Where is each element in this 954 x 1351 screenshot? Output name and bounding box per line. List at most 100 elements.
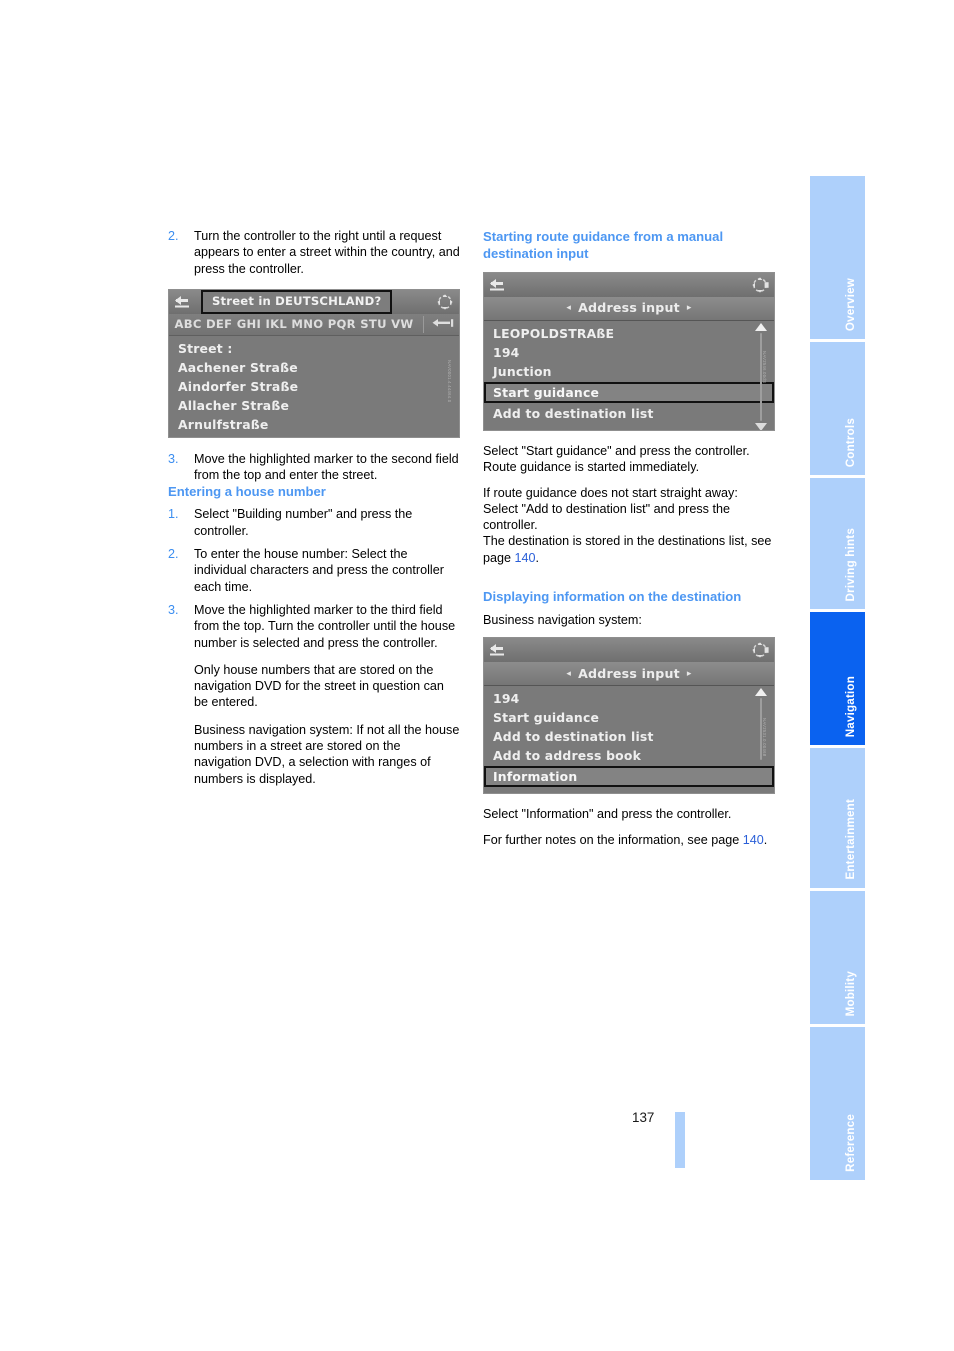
step-number: 2. bbox=[168, 229, 179, 243]
screenshot-address-input: ◂ Address input ▸ LEOPOLDSTRAßE 194 Junc… bbox=[483, 272, 775, 431]
tab-mobility[interactable]: Mobility bbox=[810, 891, 865, 1024]
step-note: Only house numbers that are stored on th… bbox=[194, 662, 444, 710]
list-item[interactable]: Junction bbox=[484, 362, 774, 381]
page-reference-link[interactable]: 140 bbox=[515, 551, 536, 565]
back-arrow-icon[interactable] bbox=[174, 295, 194, 309]
joystick-icon bbox=[750, 276, 770, 294]
document-page: 2. Turn the controller to the right unti… bbox=[0, 0, 954, 1351]
paragraph: Select "Start guidance" and press the co… bbox=[483, 444, 750, 458]
alphabet-selector[interactable]: ABC DEF GHI IKL MNO PQR STU VW bbox=[169, 313, 459, 336]
back-arrow-icon[interactable] bbox=[489, 278, 509, 292]
tab-navigation[interactable]: Navigation bbox=[810, 612, 865, 745]
list-item-selected[interactable]: Information bbox=[484, 766, 774, 788]
screenshot-titlebar: Street in DEUTSCHLAND? bbox=[169, 289, 459, 314]
section-heading-start-guidance: Starting route guidance from a manual de… bbox=[483, 229, 724, 261]
paragraph: Select "Information" and press the contr… bbox=[483, 807, 732, 822]
list-item[interactable]: Aindorfer Straße bbox=[169, 377, 459, 396]
step-text: Turn the controller to the right until a… bbox=[194, 229, 460, 276]
right-column: Starting route guidance from a manual de… bbox=[483, 228, 775, 848]
figure-id-caption: NAV2546.00dS bbox=[762, 351, 767, 384]
tab-label: Entertainment bbox=[844, 799, 857, 880]
left-steps-after-screenshot: 3. Move the highlighted marker to the se… bbox=[168, 451, 460, 484]
section-heading-house-number: Entering a house number bbox=[168, 484, 326, 500]
paragraph: For further notes on the information, se… bbox=[483, 832, 768, 847]
tab-driving-hints[interactable]: Driving hints bbox=[810, 478, 865, 609]
list-item[interactable]: LEOPOLDSTRAßE bbox=[484, 324, 774, 343]
tab-entertainment[interactable]: Entertainment bbox=[810, 748, 865, 888]
list-item: 1. Select "Building number" and press th… bbox=[168, 506, 460, 539]
step-text: Select "Building number" and press the c… bbox=[194, 507, 413, 538]
page-number-bar bbox=[675, 1112, 685, 1168]
chevron-left-icon[interactable]: ◂ bbox=[566, 666, 571, 682]
paragraph-line: If route guidance does not start straigh… bbox=[483, 485, 738, 500]
list-item: 2. To enter the house number: Select the… bbox=[168, 546, 460, 595]
house-number-steps: 1. Select "Building number" and press th… bbox=[168, 506, 460, 786]
step-text: Move the highlighted marker to the secon… bbox=[194, 451, 459, 483]
tab-overview[interactable]: Overview bbox=[810, 176, 865, 339]
screenshot-titlebar bbox=[484, 273, 774, 297]
tab-label: Reference bbox=[844, 1114, 857, 1172]
list-item[interactable]: Arnulfstraße bbox=[169, 415, 459, 434]
back-arrow-icon[interactable] bbox=[489, 643, 509, 657]
list-item: 2. Turn the controller to the right unti… bbox=[168, 228, 460, 277]
paragraph: If route guidance does not start straigh… bbox=[483, 485, 772, 565]
paragraph: Route guidance is started immediately. bbox=[483, 460, 700, 475]
tab-label: Overview bbox=[844, 277, 857, 331]
list-item[interactable]: Add to address book bbox=[484, 746, 774, 765]
list-item-selected[interactable]: Start guidance bbox=[484, 382, 774, 403]
step-text: To enter the house number: Select the in… bbox=[194, 547, 444, 594]
address-input-list[interactable]: LEOPOLDSTRAßE 194 Junction Start guidanc… bbox=[484, 321, 774, 430]
page-reference-link[interactable]: 140 bbox=[743, 833, 764, 847]
tab-label: Navigation bbox=[844, 675, 857, 737]
list-item[interactable]: 194 bbox=[484, 689, 774, 708]
list-item[interactable]: Add to destination list bbox=[484, 727, 774, 746]
section-tab-strip: Overview Controls Driving hints Navigati… bbox=[810, 176, 865, 1183]
screenshot-titlebar bbox=[484, 638, 774, 663]
list-item[interactable]: Allacher Straße bbox=[169, 396, 459, 415]
screenshot-title: Street in DEUTSCHLAND? bbox=[201, 290, 393, 314]
navbar-title: Address input bbox=[578, 300, 680, 316]
step-number: 3. bbox=[168, 451, 179, 466]
joystick-icon bbox=[435, 293, 455, 311]
tab-reference[interactable]: Reference bbox=[810, 1027, 865, 1180]
paragraph-line: Select "Add to destination list" and pre… bbox=[483, 501, 730, 533]
scroll-down-icon[interactable] bbox=[755, 423, 767, 430]
chevron-right-icon[interactable]: ▸ bbox=[687, 300, 692, 316]
street-list[interactable]: Street : Aachener Straße Aindorfer Straß… bbox=[169, 335, 459, 437]
list-item: 3. Move the highlighted marker to the se… bbox=[168, 451, 460, 484]
tab-label: Driving hints bbox=[844, 527, 857, 601]
list-item[interactable]: Aachener Straße bbox=[169, 358, 459, 377]
address-input-navbar[interactable]: ◂ Address input ▸ bbox=[484, 297, 774, 321]
list-item[interactable]: Start guidance bbox=[484, 708, 774, 727]
tab-controls[interactable]: Controls bbox=[810, 342, 865, 475]
paragraph-text: For further notes on the information, se… bbox=[483, 832, 743, 847]
navbar-title: Address input bbox=[578, 665, 680, 681]
screenshot-destination-information: ◂ Address input ▸ 194 Start guidance Add… bbox=[483, 637, 775, 795]
step-number: 3. bbox=[168, 602, 179, 617]
chevron-left-icon[interactable]: ◂ bbox=[566, 300, 571, 316]
list-item[interactable]: Add to destination list bbox=[484, 404, 774, 423]
joystick-icon bbox=[750, 641, 770, 659]
scroll-up-icon[interactable] bbox=[755, 688, 767, 697]
figure-id-caption: NAV2531.0.00468 bbox=[762, 718, 767, 757]
list-item: 3. Move the highlighted marker to the th… bbox=[168, 602, 460, 787]
chevron-right-icon[interactable]: ▸ bbox=[687, 666, 692, 682]
list-item[interactable]: 194 bbox=[484, 343, 774, 362]
screenshot-street-selection: Street in DEUTSCHLAND? ABC DEF GHI IKL M… bbox=[168, 288, 460, 438]
step-note: Business navigation system: If not all t… bbox=[194, 722, 460, 786]
address-input-navbar[interactable]: ◂ Address input ▸ bbox=[484, 662, 774, 687]
backspace-icon[interactable] bbox=[422, 316, 454, 333]
page-number: 137 bbox=[632, 1110, 655, 1125]
step-text: Move the highlighted marker to the third… bbox=[194, 602, 456, 650]
scroll-up-icon[interactable] bbox=[755, 323, 767, 331]
tab-label: Controls bbox=[844, 417, 857, 467]
list-item[interactable]: Street : bbox=[169, 339, 459, 358]
figure-id-caption: NAV0001.4.44464.0 bbox=[447, 359, 452, 403]
step-number: 1. bbox=[168, 507, 179, 522]
tab-label: Mobility bbox=[844, 970, 857, 1016]
step-number: 2. bbox=[168, 547, 179, 562]
section-heading-display-info: Displaying information on the destinatio… bbox=[483, 589, 742, 605]
left-steps-top: 2. Turn the controller to the right unti… bbox=[168, 228, 460, 277]
information-list[interactable]: 194 Start guidance Add to destination li… bbox=[484, 686, 774, 794]
alphabet-groups: ABC DEF GHI IKL MNO PQR STU VW bbox=[174, 317, 414, 332]
